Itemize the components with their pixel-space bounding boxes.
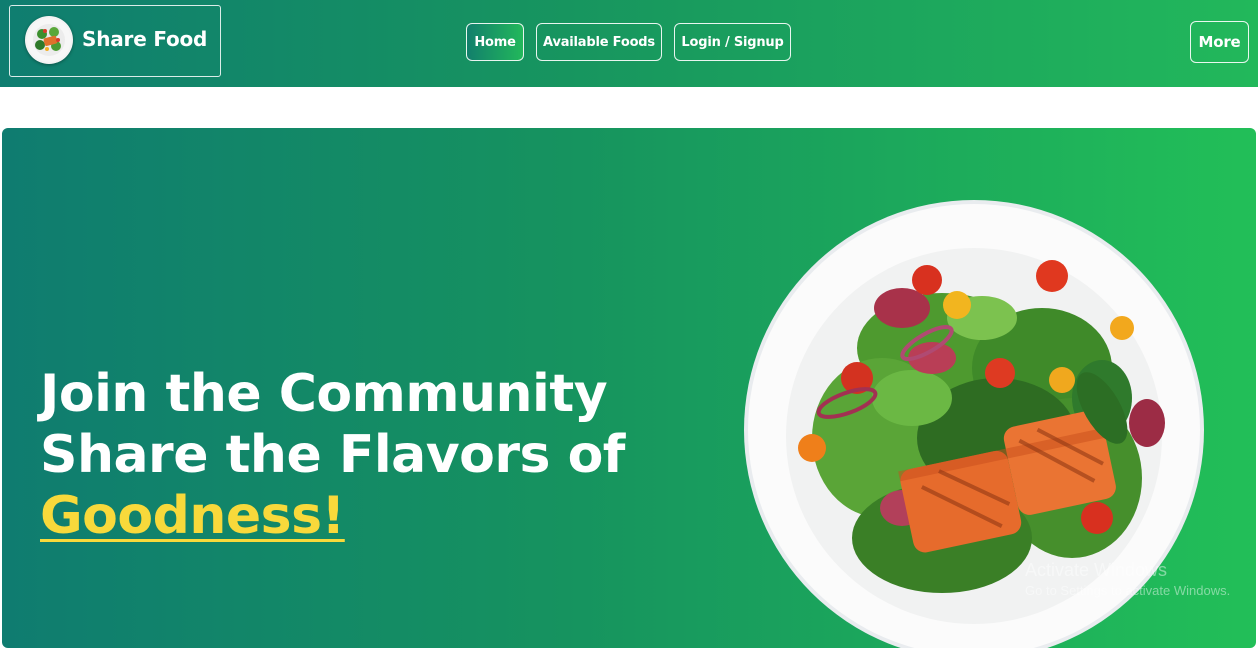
salad-plate-icon bbox=[25, 16, 73, 64]
more-label: More bbox=[1198, 33, 1241, 51]
more-button[interactable]: More bbox=[1190, 21, 1249, 63]
hero-headline: Join the Community Share the Flavors of … bbox=[40, 364, 625, 547]
hero-highlight: Goodness! bbox=[40, 486, 345, 546]
nav-login-signup-button[interactable]: Login / Signup bbox=[674, 23, 791, 61]
watermark-subtitle: Go to Settings to activate Windows. bbox=[1025, 583, 1231, 598]
top-navbar: Share Food Home Available Foods Login / … bbox=[0, 0, 1258, 87]
nav-home-label: Home bbox=[474, 34, 516, 50]
nav-login-signup-label: Login / Signup bbox=[681, 34, 784, 50]
watermark-title: Activate Windows bbox=[1025, 560, 1168, 580]
windows-activation-watermark: Activate Windows Go to Settings to activ… bbox=[1025, 560, 1230, 598]
nav-home-button[interactable]: Home bbox=[466, 23, 524, 61]
brand-link[interactable]: Share Food bbox=[9, 5, 221, 77]
nav-available-foods-button[interactable]: Available Foods bbox=[536, 23, 662, 61]
hero-line-1: Join the Community bbox=[40, 364, 608, 424]
hero-line-2: Share the Flavors of bbox=[40, 425, 625, 485]
brand-name: Share Food bbox=[82, 27, 208, 51]
nav-available-foods-label: Available Foods bbox=[543, 34, 655, 50]
